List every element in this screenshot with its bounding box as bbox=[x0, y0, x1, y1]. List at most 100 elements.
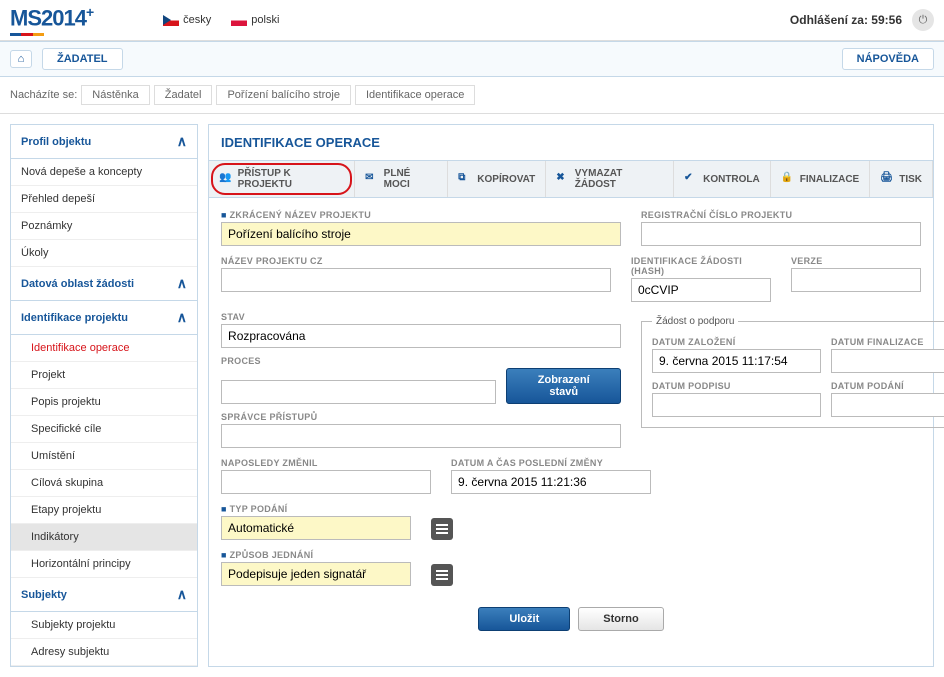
verze-label: VERZE bbox=[791, 256, 921, 266]
sidebar-item[interactable]: Nová depeše a koncepty bbox=[11, 159, 197, 186]
home-button[interactable]: ⌂ bbox=[10, 50, 32, 68]
date-final-label: DATUM FINALIZACE bbox=[831, 337, 944, 347]
delete-icon: ✖ bbox=[556, 172, 570, 186]
sidebar-item[interactable]: Etapy projektu bbox=[11, 497, 197, 524]
lang-czech[interactable]: česky bbox=[163, 14, 211, 26]
people-icon: 👥 bbox=[219, 172, 233, 186]
date-submit-label: DATUM PODÁNÍ bbox=[831, 381, 944, 391]
power-icon[interactable]: ⏻ bbox=[912, 9, 934, 31]
sidebar-item[interactable]: Umístění bbox=[11, 443, 197, 470]
flag-pl-icon bbox=[231, 15, 247, 26]
stav-input[interactable] bbox=[221, 324, 621, 348]
breadcrumb-item[interactable]: Žadatel bbox=[154, 85, 213, 105]
sidebar-item[interactable]: Popis projektu bbox=[11, 389, 197, 416]
content-title: IDENTIFIKACE OPERACE bbox=[209, 125, 933, 161]
envelope-icon: ✉ bbox=[365, 172, 379, 186]
date-created-label: DATUM ZALOŽENÍ bbox=[652, 337, 821, 347]
toolbar-copy[interactable]: ⧉KOPÍROVAT bbox=[448, 161, 546, 197]
short-name-input[interactable] bbox=[221, 222, 621, 246]
name-cz-input[interactable] bbox=[221, 268, 611, 292]
hash-label: IDENTIFIKACE ŽÁDOSTI (HASH) bbox=[631, 256, 771, 276]
date-submit-input[interactable] bbox=[831, 393, 944, 417]
hash-input[interactable] bbox=[631, 278, 771, 302]
show-states-button[interactable]: Zobrazení stavů bbox=[506, 368, 621, 404]
breadcrumb-item[interactable]: Identifikace operace bbox=[355, 85, 475, 105]
lang-polish[interactable]: polski bbox=[231, 14, 279, 26]
request-fieldset: Žádost o podporu DATUM ZALOŽENÍ DATUM FI… bbox=[641, 316, 944, 428]
sidebar-item[interactable]: Poznámky bbox=[11, 213, 197, 240]
fieldset-legend: Žádost o podporu bbox=[652, 316, 738, 327]
short-name-label: ZKRÁCENÝ NÁZEV PROJEKTU bbox=[221, 210, 621, 220]
sidebar-item-indikatory[interactable]: Indikátory bbox=[11, 524, 197, 551]
sidebar-section-subjects[interactable]: Subjekty∧ bbox=[11, 578, 197, 612]
sidebar-item[interactable]: Úkoly bbox=[11, 240, 197, 267]
check-icon: ✔ bbox=[684, 172, 698, 186]
typ-podani-label: TYP PODÁNÍ bbox=[221, 504, 411, 514]
sidebar-section-profile[interactable]: Profil objektu∧ bbox=[11, 125, 197, 159]
last-mod-at-label: DATUM A ČAS POSLEDNÍ ZMĚNY bbox=[451, 458, 651, 468]
date-final-input[interactable] bbox=[831, 349, 944, 373]
top-nav: ⌂ ŽADATEL NÁPOVĚDA bbox=[0, 41, 944, 77]
breadcrumb-item[interactable]: Nástěnka bbox=[81, 85, 149, 105]
toolbar-check[interactable]: ✔KONTROLA bbox=[674, 161, 771, 197]
sidebar-item[interactable]: Přehled depeší bbox=[11, 186, 197, 213]
content-toolbar: 👥 PŘÍSTUP K PROJEKTU ✉PLNÉ MOCI ⧉KOPÍROV… bbox=[209, 161, 933, 198]
content-panel: IDENTIFIKACE OPERACE 👥 PŘÍSTUP K PROJEKT… bbox=[208, 124, 934, 667]
breadcrumb-label: Nacházíte se: bbox=[10, 89, 77, 101]
print-icon: 🖨 bbox=[880, 172, 894, 186]
reg-num-label: REGISTRAČNÍ ČÍSLO PROJEKTU bbox=[641, 210, 921, 220]
verze-input[interactable] bbox=[791, 268, 921, 292]
date-created-input[interactable] bbox=[652, 349, 821, 373]
toolbar-delete[interactable]: ✖VYMAZAT ŽÁDOST bbox=[546, 161, 674, 197]
sidebar-item[interactable]: Horizontální principy bbox=[11, 551, 197, 578]
sidebar-item[interactable]: Projekt bbox=[11, 362, 197, 389]
sidebar: Profil objektu∧ Nová depeše a koncepty P… bbox=[10, 124, 198, 667]
lock-icon: 🔒 bbox=[781, 172, 795, 186]
chevron-up-icon: ∧ bbox=[177, 133, 187, 150]
toolbar-plne-moci[interactable]: ✉PLNÉ MOCI bbox=[355, 161, 448, 197]
zpusob-input[interactable] bbox=[221, 562, 411, 586]
zpusob-label: ZPŮSOB JEDNÁNÍ bbox=[221, 550, 411, 560]
typ-podani-picker[interactable] bbox=[431, 518, 453, 540]
sidebar-item[interactable]: Subjekty projektu bbox=[11, 612, 197, 639]
typ-podani-input[interactable] bbox=[221, 516, 411, 540]
chevron-up-icon: ∧ bbox=[177, 309, 187, 326]
sidebar-item-identifikace-operace[interactable]: Identifikace operace bbox=[11, 335, 197, 362]
save-button[interactable]: Uložit bbox=[478, 607, 570, 631]
sidebar-item[interactable]: Specifické cíle bbox=[11, 416, 197, 443]
form-footer: Uložit Storno bbox=[221, 596, 921, 631]
sidebar-item[interactable]: Cílová skupina bbox=[11, 470, 197, 497]
last-mod-at-input[interactable] bbox=[451, 470, 651, 494]
logo: MS2014+ bbox=[10, 4, 93, 36]
chevron-up-icon: ∧ bbox=[177, 275, 187, 292]
breadcrumb: Nacházíte se: Nástěnka Žadatel Pořízení … bbox=[0, 77, 944, 114]
cancel-button[interactable]: Storno bbox=[578, 607, 663, 631]
menu-icon bbox=[436, 574, 448, 576]
last-mod-by-input[interactable] bbox=[221, 470, 431, 494]
language-switcher: česky polski bbox=[163, 14, 279, 26]
toolbar-finalize[interactable]: 🔒FINALIZACE bbox=[771, 161, 870, 197]
reg-num-input[interactable] bbox=[641, 222, 921, 246]
sidebar-section-data[interactable]: Datová oblast žádosti∧ bbox=[11, 267, 197, 301]
proces-label: PROCES bbox=[221, 356, 621, 366]
toolbar-access-project[interactable]: 👥 PŘÍSTUP K PROJEKTU bbox=[209, 161, 355, 197]
date-sign-input[interactable] bbox=[652, 393, 821, 417]
breadcrumb-item[interactable]: Pořízení balícího stroje bbox=[216, 85, 351, 105]
flag-cz-icon bbox=[163, 15, 179, 26]
chevron-up-icon: ∧ bbox=[177, 586, 187, 603]
stav-label: STAV bbox=[221, 312, 621, 322]
app-header: MS2014+ česky polski Odhlášení za: 59:56… bbox=[0, 0, 944, 41]
last-mod-by-label: NAPOSLEDY ZMĚNIL bbox=[221, 458, 431, 468]
admin-input[interactable] bbox=[221, 424, 621, 448]
sidebar-item[interactable]: Adresy subjektu bbox=[11, 639, 197, 666]
toolbar-print[interactable]: 🖨TISK bbox=[870, 161, 933, 197]
admin-label: SPRÁVCE PŘÍSTUPŮ bbox=[221, 412, 621, 422]
menu-icon bbox=[436, 528, 448, 530]
logout-timer: Odhlášení za: 59:56 bbox=[790, 13, 902, 27]
zpusob-picker[interactable] bbox=[431, 564, 453, 586]
applicant-button[interactable]: ŽADATEL bbox=[42, 48, 123, 70]
help-button[interactable]: NÁPOVĚDA bbox=[842, 48, 934, 70]
proces-input[interactable] bbox=[221, 380, 496, 404]
copy-icon: ⧉ bbox=[458, 172, 472, 186]
sidebar-section-ident[interactable]: Identifikace projektu∧ bbox=[11, 301, 197, 335]
